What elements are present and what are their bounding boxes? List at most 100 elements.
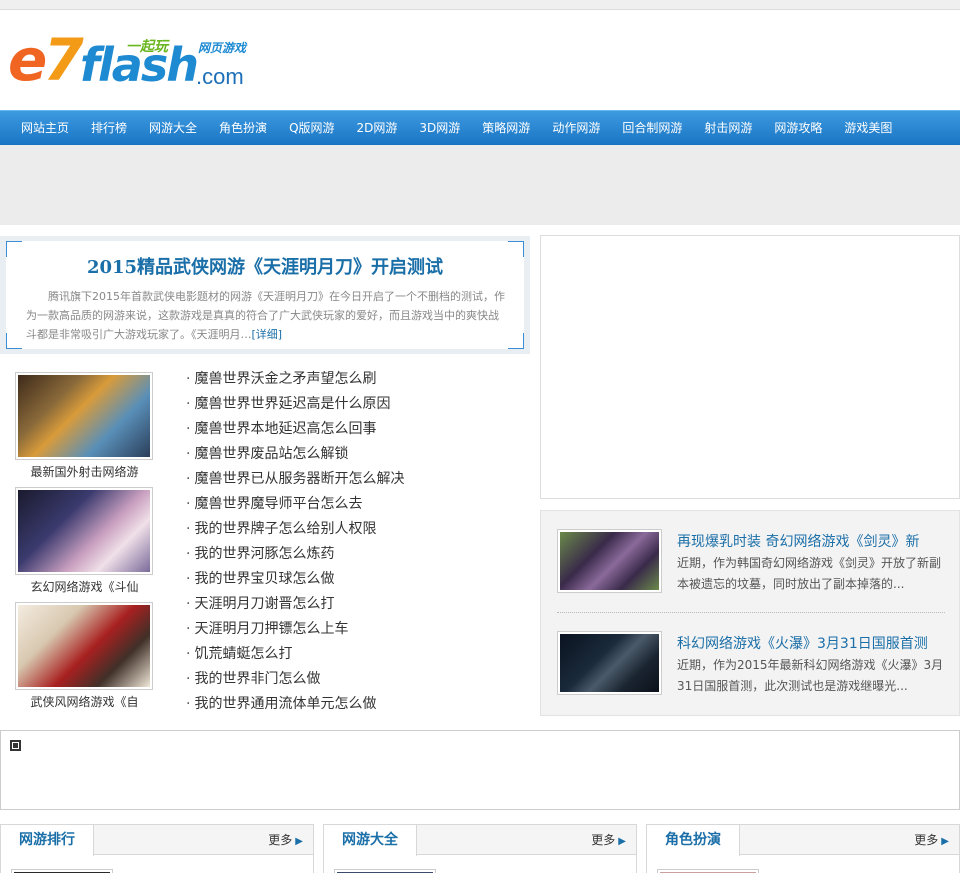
list-item-label: 饥荒蜻蜓怎么打	[194, 646, 293, 662]
bullet-icon: ·	[186, 646, 191, 662]
list-item-label: 魔兽世界已从服务器断开怎么解决	[194, 471, 405, 487]
headline-title[interactable]: 2015精品武侠网游《天涯明月刀》开启测试	[6, 253, 524, 279]
list-item[interactable]: · 饥荒蜻蜓怎么打	[186, 643, 486, 668]
list-item[interactable]: · 魔兽世界沃金之矛声望怎么刷	[186, 368, 486, 393]
logo-e7-text: e7	[8, 26, 84, 94]
right-news-box: 再现爆乳时装 奇幻网络游戏《剑灵》新 近期，作为韩国奇幻网络游戏《剑灵》开放了新…	[540, 510, 960, 716]
game-screenshot-icon	[560, 634, 659, 692]
bullet-icon: ·	[186, 571, 191, 587]
list-item[interactable]: · 天涯明月刀押镖怎么上车	[186, 618, 486, 643]
list-item[interactable]: · 魔兽世界魔导师平台怎么去	[186, 493, 486, 518]
list-item[interactable]: · 我的世界通用流体单元怎么做	[186, 693, 486, 718]
panel-title[interactable]: 网游大全	[324, 825, 417, 856]
game-screenshot-icon	[18, 605, 150, 687]
panel-more-label: 更多	[268, 833, 293, 847]
list-item[interactable]: · 魔兽世界本地延迟高怎么回事	[186, 418, 486, 443]
panel-more-link[interactable]: 更多 ▶	[591, 825, 626, 857]
bullet-icon: ·	[186, 446, 191, 462]
list-item-label: 我的世界宝贝球怎么做	[194, 571, 335, 587]
thumb-item[interactable]: 最新国外射击网络游	[12, 372, 157, 480]
bullet-icon: ·	[186, 496, 191, 512]
panel-rpg: 角色扮演 更多 ▶	[646, 824, 960, 873]
list-item[interactable]: · 我的世界宝贝球怎么做	[186, 568, 486, 593]
panel-game-ranking: 网游排行 更多 ▶	[0, 824, 314, 873]
nav-item-action[interactable]: 动作网游	[541, 111, 611, 146]
nav-item-guides[interactable]: 网游攻略	[763, 111, 833, 146]
news-divider	[557, 612, 945, 613]
nav-item-2d[interactable]: 2D网游	[346, 111, 409, 146]
news-thumbnail[interactable]	[557, 631, 662, 695]
bullet-icon: ·	[186, 596, 191, 612]
headline-more-link[interactable]: [详细]	[252, 328, 283, 341]
list-item[interactable]: · 魔兽世界已从服务器断开怎么解决	[186, 468, 486, 493]
list-item-label: 魔兽世界世界延迟高是什么原因	[194, 396, 391, 412]
arrow-right-icon: ▶	[618, 836, 626, 847]
list-item[interactable]: · 天涯明月刀谢晋怎么打	[186, 593, 486, 618]
bullet-icon: ·	[186, 371, 191, 387]
list-item-label: 我的世界非门怎么做	[194, 671, 321, 687]
game-screenshot-icon	[560, 532, 659, 590]
nav-item-strategy[interactable]: 策略网游	[471, 111, 541, 146]
panel-title[interactable]: 网游排行	[1, 825, 94, 856]
panel-thumbnail[interactable]	[334, 869, 436, 873]
panel-thumbnail[interactable]	[657, 869, 759, 873]
ad-banner	[0, 145, 960, 225]
corner-decoration	[508, 333, 524, 349]
site-logo[interactable]: e7 flash .com 一起玩 网页游戏	[8, 28, 258, 98]
nav-item-shooter[interactable]: 射击网游	[693, 111, 763, 146]
bullet-icon: ·	[186, 671, 191, 687]
headline-inner: 2015精品武侠网游《天涯明月刀》开启测试 腾讯旗下2015年首款武侠电影题材的…	[6, 241, 524, 349]
thumb-item[interactable]: 武侠风网络游戏《自	[12, 602, 157, 710]
panel-title[interactable]: 角色扮演	[647, 825, 740, 856]
logo-tagline-webgame: 网页游戏	[198, 41, 247, 55]
news-thumbnail[interactable]	[557, 529, 662, 593]
headline-summary: 腾讯旗下2015年首款武侠电影题材的网游《天涯明月刀》在今日开启了一个不删档的测…	[26, 287, 506, 344]
game-screenshot-icon	[18, 375, 150, 457]
nav-item-q-style[interactable]: Q版网游	[278, 111, 345, 146]
arrow-right-icon: ▶	[295, 836, 303, 847]
thumb-image-frame	[15, 487, 153, 575]
list-item[interactable]: · 我的世界牌子怎么给别人权限	[186, 518, 486, 543]
list-item-label: 我的世界通用流体单元怎么做	[194, 696, 377, 712]
list-item[interactable]: · 我的世界河豚怎么炼药	[186, 543, 486, 568]
panel-more-label: 更多	[914, 833, 939, 847]
nav-item-gallery[interactable]: 游戏美图	[833, 111, 903, 146]
list-item[interactable]: · 我的世界非门怎么做	[186, 668, 486, 693]
panel-more-link[interactable]: 更多 ▶	[268, 825, 303, 857]
game-screenshot-icon	[18, 490, 150, 572]
bullet-icon: ·	[186, 696, 191, 712]
nav-item-ranking[interactable]: 排行榜	[80, 111, 138, 146]
list-item[interactable]: · 魔兽世界废品站怎么解锁	[186, 443, 486, 468]
panel-thumbnail[interactable]	[11, 869, 113, 873]
list-item-label: 魔兽世界本地延迟高怎么回事	[194, 421, 377, 437]
thumb-caption: 武侠风网络游戏《自	[30, 695, 139, 709]
headline-box: 2015精品武侠网游《天涯明月刀》开启测试 腾讯旗下2015年首款武侠电影题材的…	[0, 236, 530, 354]
news-title[interactable]: 科幻网络游戏《火瀑》3月31日国服首测	[677, 633, 928, 653]
list-item-label: 天涯明月刀谢晋怎么打	[194, 596, 335, 612]
list-item-label: 魔兽世界沃金之矛声望怎么刷	[194, 371, 377, 387]
list-item-label: 魔兽世界魔导师平台怎么去	[194, 496, 363, 512]
nav-item-turn-based[interactable]: 回合制网游	[611, 111, 693, 146]
nav-item-rpg[interactable]: 角色扮演	[208, 111, 278, 146]
thumb-image-frame	[15, 372, 153, 460]
nav-item-3d[interactable]: 3D网游	[408, 111, 471, 146]
nav-item-home[interactable]: 网站主页	[10, 111, 80, 146]
corner-decoration	[6, 333, 22, 349]
news-item: 科幻网络游戏《火瀑》3月31日国服首测 近期，作为2015年最新科幻网络游戏《火…	[557, 631, 945, 701]
bullet-icon: ·	[186, 396, 191, 412]
panel-more-link[interactable]: 更多 ▶	[914, 825, 949, 857]
list-item[interactable]: · 魔兽世界世界延迟高是什么原因	[186, 393, 486, 418]
nav-item-all-games[interactable]: 网游大全	[138, 111, 208, 146]
news-item: 再现爆乳时装 奇幻网络游戏《剑灵》新 近期，作为韩国奇幻网络游戏《剑灵》开放了新…	[557, 529, 945, 599]
thumb-item[interactable]: 玄幻网络游戏《斗仙	[12, 487, 157, 595]
bullet-icon: ·	[186, 471, 191, 487]
bullet-icon: ·	[186, 521, 191, 537]
thumb-caption: 玄幻网络游戏《斗仙	[30, 580, 139, 594]
news-description: 近期，作为2015年最新科幻网络游戏《火瀑》3月31日国服首测，此次测试也是游戏…	[677, 658, 944, 693]
panel-header: 网游大全 更多 ▶	[324, 825, 636, 857]
thumb-caption: 最新国外射击网络游	[30, 465, 139, 479]
thumb-image-frame	[15, 602, 153, 690]
main-nav: 网站主页 排行榜 网游大全 角色扮演 Q版网游 2D网游 3D网游 策略网游 动…	[0, 110, 960, 145]
news-title[interactable]: 再现爆乳时装 奇幻网络游戏《剑灵》新	[677, 531, 919, 551]
bullet-icon: ·	[186, 621, 191, 637]
